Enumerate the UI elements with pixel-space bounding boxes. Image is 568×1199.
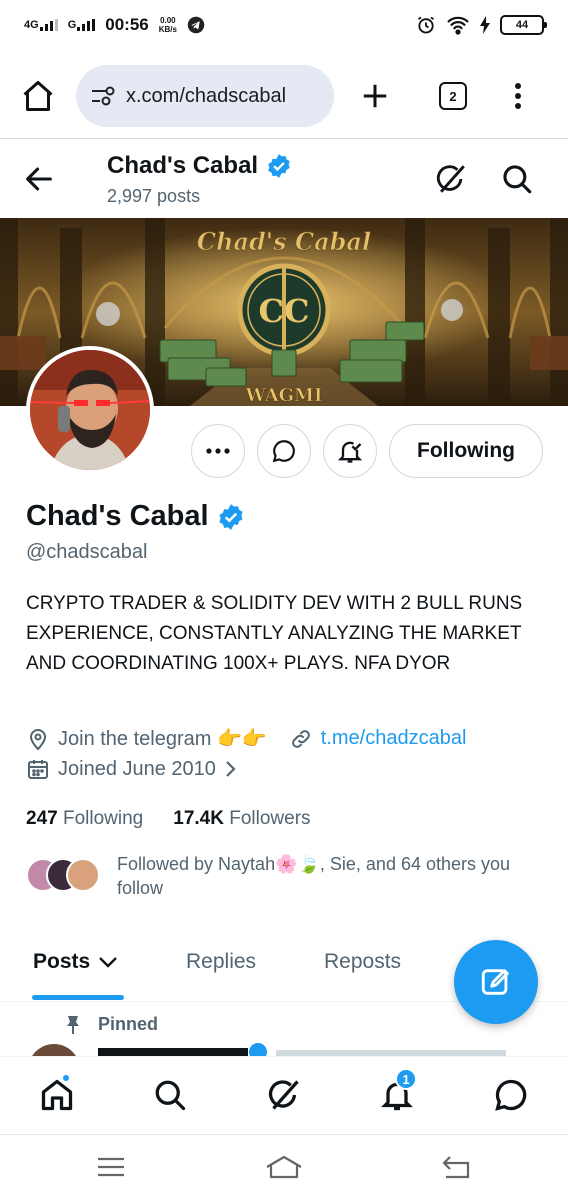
following-stat[interactable]: 247 Following (26, 808, 143, 830)
signal-2: G (68, 19, 96, 31)
follow-stats: 247 Following 17.4K Followers (26, 808, 311, 830)
nav-notifications[interactable]: 1 (379, 1068, 417, 1118)
banner-motto: WAGMI (245, 385, 323, 406)
profile-top-bar: Chad's Cabal 2,997 posts (0, 140, 568, 218)
website-link[interactable]: t.me/chadzcabal (289, 727, 466, 751)
signal-1: 4G (24, 19, 58, 31)
browser-toolbar: x.com/chadscabal 2 (0, 55, 568, 137)
nav-grok[interactable] (266, 1077, 302, 1118)
link-icon (291, 729, 310, 748)
tab-posts[interactable]: Posts (33, 950, 118, 974)
profile-name: Chad's Cabal (26, 500, 245, 533)
followed-by-row[interactable]: Followed by Naytah🌸🍃, Sie, and 64 others… (26, 852, 556, 900)
message-bubble-icon (495, 1079, 527, 1111)
location-pin-icon (29, 728, 47, 750)
address-bar[interactable]: x.com/chadscabal (76, 65, 334, 127)
joined-row[interactable]: Joined June 2010 (26, 757, 238, 781)
notifications-toggle-button[interactable] (323, 424, 377, 478)
chevron-right-icon (226, 761, 236, 777)
following-button[interactable]: Following (389, 424, 543, 478)
post-preview-cutoff (26, 1042, 546, 1056)
network-speed: 0.00 KB/s (158, 16, 177, 34)
active-tab-indicator (32, 995, 124, 1000)
nav-search[interactable] (152, 1077, 188, 1118)
message-bubble-icon (272, 440, 295, 463)
system-navigation (0, 1134, 568, 1199)
telegram-icon (187, 16, 205, 34)
pinned-label: Pinned (64, 1014, 158, 1035)
pin-icon (67, 1015, 79, 1034)
tab-reposts[interactable]: Reposts (324, 950, 401, 974)
browser-menu-icon[interactable] (514, 82, 522, 110)
notification-badge: 1 (395, 1068, 417, 1090)
search-icon[interactable] (500, 162, 534, 196)
system-back-icon[interactable] (440, 1155, 472, 1179)
unread-dot (61, 1073, 71, 1083)
profile-meta-row: Join the telegram 👉👉 t.me/chadzcabal (26, 726, 466, 751)
grok-icon (268, 1080, 299, 1110)
compose-icon (481, 969, 509, 995)
clock: 00:56 (105, 15, 149, 34)
calendar-icon (28, 760, 48, 779)
status-bar: 4G G 00:56 0.00 KB/s 44 (0, 0, 568, 50)
search-icon (155, 1080, 186, 1111)
new-tab-icon[interactable] (360, 81, 390, 111)
followers-stat[interactable]: 17.4K Followers (173, 808, 310, 830)
more-options-button[interactable] (191, 424, 245, 478)
profile-handle: @chadscabal (26, 541, 148, 563)
tab-replies[interactable]: Replies (186, 950, 256, 974)
system-home-icon[interactable] (265, 1155, 303, 1181)
header-title: Chad's Cabal (107, 152, 292, 180)
mutual-avatars (26, 858, 106, 894)
home-icon (41, 1079, 73, 1111)
battery-indicator: 44 (500, 15, 547, 35)
wifi-icon (447, 16, 469, 35)
home-icon[interactable] (20, 78, 56, 114)
alarm-icon (417, 16, 435, 34)
divider (0, 138, 568, 139)
tab-switcher-button[interactable]: 2 (439, 82, 467, 110)
more-horizontal-icon (206, 448, 230, 454)
verified-badge-icon (219, 503, 243, 530)
back-arrow-icon[interactable] (22, 162, 56, 196)
url-text[interactable]: x.com/chadscabal (126, 85, 286, 108)
grok-icon[interactable] (434, 162, 468, 196)
banner-title: Chad's Cabal (197, 227, 371, 256)
header-post-count: 2,997 posts (107, 186, 201, 206)
verified-badge-icon (268, 154, 290, 178)
message-button[interactable] (257, 424, 311, 478)
site-settings-icon[interactable] (90, 85, 116, 107)
avatar (66, 858, 100, 892)
charging-icon (480, 16, 490, 34)
location-item: Join the telegram 👉👉 (26, 726, 267, 751)
bottom-navigation: 1 (0, 1056, 568, 1134)
profile-bio: CRYPTO TRADER & SOLIDITY DEV WITH 2 BULL… (26, 593, 523, 674)
nav-messages[interactable] (493, 1077, 529, 1118)
compose-post-button[interactable] (454, 940, 538, 1024)
nav-home[interactable] (39, 1073, 75, 1118)
profile-avatar[interactable] (26, 346, 154, 474)
recent-apps-icon[interactable] (96, 1155, 126, 1179)
bell-check-icon (337, 441, 363, 463)
chevron-down-icon (99, 957, 118, 968)
